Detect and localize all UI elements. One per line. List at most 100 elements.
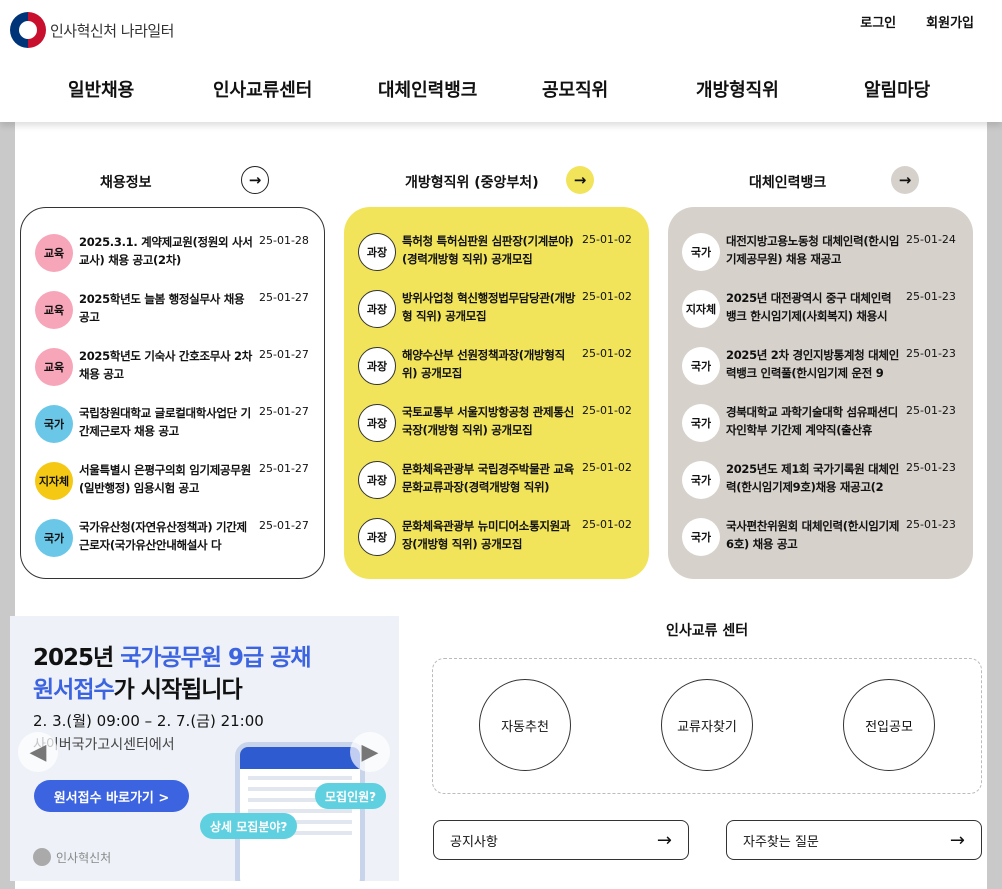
status-badge: 과장 bbox=[358, 290, 396, 328]
list-item[interactable]: 국가 국사편찬위원회 대체인력(한시임기제 6호) 채용 공고 25-01-23 bbox=[682, 518, 959, 575]
arrow-right-icon: → bbox=[656, 829, 672, 851]
nav-public-position[interactable]: 공모직위 bbox=[542, 76, 608, 102]
logo-text: 인사혁신처 나라일터 bbox=[50, 21, 174, 40]
carousel-next-icon[interactable]: ▶ bbox=[350, 732, 390, 772]
status-badge: 과장 bbox=[358, 404, 396, 442]
status-badge: 지자체 bbox=[35, 462, 73, 500]
list-item[interactable]: 국가 국가유산청(자연유산정책과) 기간제근로자(국가유산안내해설사 다 25-… bbox=[35, 519, 310, 576]
item-title: 2025학년도 늘봄 행정실무사 채용 공고 bbox=[79, 292, 245, 324]
item-date: 25-01-27 bbox=[259, 348, 309, 361]
item-date: 25-01-24 bbox=[906, 233, 956, 246]
item-title: 문화체육관광부 국립경주박물관 교육문화교류과장(경력개방형 직위) bbox=[402, 462, 574, 494]
item-title: 특허청 특허심판원 심판장(기계분야)(경력개방형 직위) 공개모집 bbox=[402, 234, 574, 266]
status-badge: 국가 bbox=[682, 347, 720, 385]
exchange-box: 자동추천 교류자찾기 전입공모 bbox=[432, 658, 982, 794]
open-title: 개방형직위 (중앙부처) bbox=[405, 175, 539, 191]
item-title: 2025년 2차 경인지방통계청 대체인력뱅크 인력풀(한시임기제 운전 9 bbox=[726, 348, 899, 380]
carousel-prev-icon[interactable]: ◀ bbox=[18, 732, 58, 772]
faq-label: 자주찾는 질문 bbox=[743, 834, 819, 850]
item-date: 25-01-02 bbox=[582, 347, 632, 360]
item-title: 2025년 대전광역시 중구 대체인력뱅크 한시임기제(사회복지) 채용시 bbox=[726, 291, 892, 323]
bubble-detail: 상세 모집분야? bbox=[200, 813, 298, 839]
utility-menu: 로그인 회원가입 bbox=[860, 12, 974, 31]
item-date: 25-01-28 bbox=[259, 234, 309, 247]
list-item[interactable]: 국가 2025년 2차 경인지방통계청 대체인력뱅크 인력풀(한시임기제 운전 … bbox=[682, 347, 959, 404]
list-item[interactable]: 과장 문화체육관광부 뉴미디어소통지원과장(개방형 직위) 공개모집 25-01… bbox=[358, 518, 635, 575]
apply-button[interactable]: 원서접수 바로가기 > bbox=[34, 780, 189, 812]
list-item[interactable]: 과장 문화체육관광부 국립경주박물관 교육문화교류과장(경력개방형 직위) 25… bbox=[358, 461, 635, 518]
auto-recommend-button[interactable]: 자동추천 bbox=[479, 679, 571, 771]
open-more-arrow-icon[interactable]: → bbox=[566, 166, 594, 194]
item-date: 25-01-02 bbox=[582, 290, 632, 303]
nav-substitute-bank[interactable]: 대체인력뱅크 bbox=[378, 76, 477, 102]
list-item[interactable]: 국가 국립창원대학교 글로컬대학사업단 기간제근로자 채용 공고 25-01-2… bbox=[35, 405, 310, 462]
signup-link[interactable]: 회원가입 bbox=[926, 12, 974, 31]
login-link[interactable]: 로그인 bbox=[860, 12, 896, 31]
item-title: 경북대학교 과학기술대학 섬유패션디자인학부 기간제 계약직(출산휴 bbox=[726, 405, 898, 437]
item-date: 25-01-02 bbox=[582, 233, 632, 246]
status-badge: 국가 bbox=[682, 233, 720, 271]
taegeuk-icon bbox=[10, 12, 46, 48]
nav-general-recruit[interactable]: 일반채용 bbox=[68, 76, 134, 102]
substitute-card: 국가 대전지방고용노동청 대체인력(한시임기제공무원) 채용 재공고 25-01… bbox=[668, 207, 973, 579]
item-date: 25-01-27 bbox=[259, 405, 309, 418]
status-badge: 교육 bbox=[35, 234, 73, 272]
find-exchange-button[interactable]: 교류자찾기 bbox=[661, 679, 753, 771]
nav-exchange-center[interactable]: 인사교류센터 bbox=[213, 76, 312, 102]
status-badge: 국가 bbox=[35, 405, 73, 443]
list-item[interactable]: 국가 2025년도 제1회 국가기록원 대체인력(한시임기제9호)채용 재공고(… bbox=[682, 461, 959, 518]
status-badge: 과장 bbox=[358, 518, 396, 556]
item-date: 25-01-27 bbox=[259, 519, 309, 532]
item-date: 25-01-23 bbox=[906, 404, 956, 417]
list-item[interactable]: 과장 해양수산부 선원정책과장(개방형직위) 공개모집 25-01-02 bbox=[358, 347, 635, 404]
list-item[interactable]: 지자체 2025년 대전광역시 중구 대체인력뱅크 한시임기제(사회복지) 채용… bbox=[682, 290, 959, 347]
banner-headline-1: 2025년 국가공무원 9급 공채 bbox=[33, 645, 312, 671]
list-item[interactable]: 과장 국토교통부 서울지방항공청 관제통신국장(개방형 직위) 공개모집 25-… bbox=[358, 404, 635, 461]
item-date: 25-01-23 bbox=[906, 347, 956, 360]
nav-open-position[interactable]: 개방형직위 bbox=[696, 76, 779, 102]
nav-notice[interactable]: 알림마당 bbox=[864, 76, 930, 102]
item-date: 25-01-27 bbox=[259, 462, 309, 475]
arrow-right-icon: → bbox=[949, 829, 965, 851]
open-position-card: 과장 특허청 특허심판원 심판장(기계분야)(경력개방형 직위) 공개모집 25… bbox=[344, 207, 649, 579]
list-item[interactable]: 국가 경북대학교 과학기술대학 섬유패션디자인학부 기간제 계약직(출산휴 25… bbox=[682, 404, 959, 461]
status-badge: 과장 bbox=[358, 233, 396, 271]
item-title: 국가유산청(자연유산정책과) 기간제근로자(국가유산안내해설사 다 bbox=[79, 520, 247, 552]
list-item[interactable]: 교육 2025학년도 늘봄 행정실무사 채용 공고 25-01-27 bbox=[35, 291, 310, 348]
faq-button[interactable]: 자주찾는 질문 → bbox=[726, 820, 982, 860]
item-date: 25-01-23 bbox=[906, 461, 956, 474]
item-title: 2025.3.1. 계약제교원(정원외 사서교사) 채용 공고(2차) bbox=[79, 235, 253, 267]
list-item[interactable]: 지자체 서울특별시 은평구의회 임기제공무원(일반행정) 임용시험 공고 25-… bbox=[35, 462, 310, 519]
item-date: 25-01-02 bbox=[582, 461, 632, 474]
list-item[interactable]: 국가 대전지방고용노동청 대체인력(한시임기제공무원) 채용 재공고 25-01… bbox=[682, 233, 959, 290]
item-date: 25-01-23 bbox=[906, 290, 956, 303]
exam-banner[interactable]: 2025년 국가공무원 9급 공채 원서접수가 시작됩니다 2. 3.(월) 0… bbox=[10, 616, 399, 881]
status-badge: 교육 bbox=[35, 291, 73, 329]
list-item[interactable]: 교육 2025.3.1. 계약제교원(정원외 사서교사) 채용 공고(2차) 2… bbox=[35, 234, 310, 291]
item-title: 문화체육관광부 뉴미디어소통지원과장(개방형 직위) 공개모집 bbox=[402, 519, 571, 551]
status-badge: 과장 bbox=[358, 347, 396, 385]
banner-headline-2: 원서접수가 시작됩니다 bbox=[33, 677, 243, 703]
status-badge: 과장 bbox=[358, 461, 396, 499]
recruit-card: 교육 2025.3.1. 계약제교원(정원외 사서교사) 채용 공고(2차) 2… bbox=[20, 207, 325, 579]
notice-button[interactable]: 공지사항 → bbox=[433, 820, 689, 860]
status-badge: 국가 bbox=[682, 461, 720, 499]
recruit-title: 채용정보 bbox=[100, 175, 152, 191]
banner-logo: 인사혁신처 bbox=[33, 848, 111, 866]
status-badge: 국가 bbox=[35, 519, 73, 557]
item-date: 25-01-23 bbox=[906, 518, 956, 531]
header: 인사혁신처 나라일터 로그인 회원가입 일반채용 인사교류센터 대체인력뱅크 공… bbox=[0, 0, 1002, 122]
list-item[interactable]: 교육 2025학년도 기숙사 간호조무사 2차 채용 공고 25-01-27 bbox=[35, 348, 310, 405]
list-item[interactable]: 과장 특허청 특허심판원 심판장(기계분야)(경력개방형 직위) 공개모집 25… bbox=[358, 233, 635, 290]
transfer-recruit-button[interactable]: 전입공모 bbox=[843, 679, 935, 771]
substitute-more-arrow-icon[interactable]: → bbox=[891, 166, 919, 194]
recruit-more-arrow-icon[interactable]: → bbox=[241, 166, 269, 194]
site-logo[interactable]: 인사혁신처 나라일터 bbox=[10, 12, 174, 48]
status-badge: 국가 bbox=[682, 404, 720, 442]
item-date: 25-01-02 bbox=[582, 518, 632, 531]
item-title: 방위사업청 혁신행정법무담당관(개방형 직위) 공개모집 bbox=[402, 291, 576, 323]
item-title: 국립창원대학교 글로컬대학사업단 기간제근로자 채용 공고 bbox=[79, 406, 251, 438]
banner-date: 2. 3.(월) 09:00 – 2. 7.(금) 21:00 bbox=[33, 712, 264, 730]
list-item[interactable]: 과장 방위사업청 혁신행정법무담당관(개방형 직위) 공개모집 25-01-02 bbox=[358, 290, 635, 347]
exchange-title: 인사교류 센터 bbox=[666, 623, 749, 639]
